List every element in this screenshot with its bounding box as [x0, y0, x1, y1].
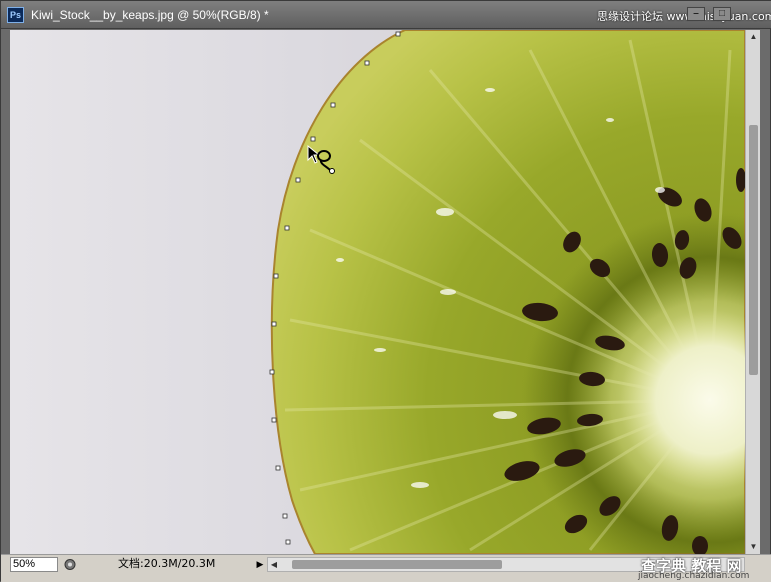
- scroll-left-icon[interactable]: ◀: [268, 558, 280, 571]
- document-title: Kiwi_Stock__by_keaps.jpg @ 50%(RGB/8) *: [31, 8, 269, 22]
- maximize-button[interactable]: □: [713, 7, 731, 21]
- photoshop-icon: Ps: [7, 7, 24, 23]
- status-bar: 50% 文档:20.3M/20.3M ▶ ◀ 查字典 教程 网 jiaochen…: [1, 554, 771, 582]
- vertical-scrollbar[interactable]: ▲ ▼: [745, 30, 760, 554]
- scroll-down-icon[interactable]: ▼: [746, 540, 761, 554]
- vertical-scroll-thumb[interactable]: [749, 125, 758, 375]
- image-canvas[interactable]: [10, 30, 745, 554]
- horizontal-scroll-thumb[interactable]: [292, 560, 502, 569]
- status-menu-arrow-icon[interactable]: ▶: [255, 557, 265, 572]
- kiwi-image: [269, 30, 745, 554]
- zoom-field[interactable]: 50%: [10, 557, 58, 572]
- watermark-top: 思缘设计论坛 www.missyuan.com: [597, 10, 771, 23]
- document-window: Ps Kiwi_Stock__by_keaps.jpg @ 50%(RGB/8)…: [0, 0, 771, 582]
- document-title-bar[interactable]: Ps Kiwi_Stock__by_keaps.jpg @ 50%(RGB/8)…: [1, 1, 771, 29]
- document-size: 文档:20.3M/20.3M: [118, 557, 216, 570]
- status-info-icon[interactable]: [62, 557, 78, 572]
- scroll-up-icon[interactable]: ▲: [746, 30, 761, 44]
- watermark-url: jiaocheng.chazidian.com: [638, 571, 750, 581]
- minimize-button[interactable]: –: [687, 7, 705, 21]
